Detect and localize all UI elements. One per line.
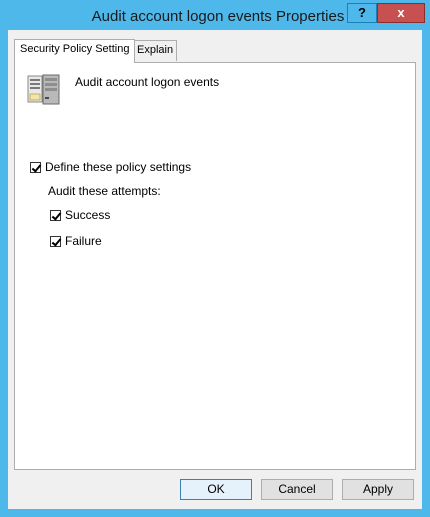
tab-explain[interactable]: Explain [132,40,177,61]
dialog-client-area: Security Policy Setting Explain Audit ac… [8,30,422,509]
tab-security-policy-setting[interactable]: Security Policy Setting [14,39,136,63]
properties-dialog: Audit account logon events Properties ? … [0,0,430,517]
define-policy-checkbox[interactable] [30,162,41,173]
apply-button[interactable]: Apply [342,479,414,500]
failure-checkbox[interactable] [50,236,61,247]
success-label[interactable]: Success [65,208,110,222]
tab-panel: Audit account logon events Define these … [14,62,416,470]
ok-button[interactable]: OK [180,479,252,500]
define-policy-label[interactable]: Define these policy settings [45,160,191,174]
title-bar[interactable]: Audit account logon events Properties ? … [0,0,430,30]
help-button[interactable]: ? [347,3,377,23]
success-checkbox[interactable] [50,210,61,221]
server-document-icon [27,74,60,105]
close-button[interactable]: x [377,3,425,23]
failure-label[interactable]: Failure [65,234,102,248]
cancel-button[interactable]: Cancel [261,479,333,500]
audit-attempts-label: Audit these attempts: [48,184,161,198]
policy-name: Audit account logon events [75,75,220,89]
